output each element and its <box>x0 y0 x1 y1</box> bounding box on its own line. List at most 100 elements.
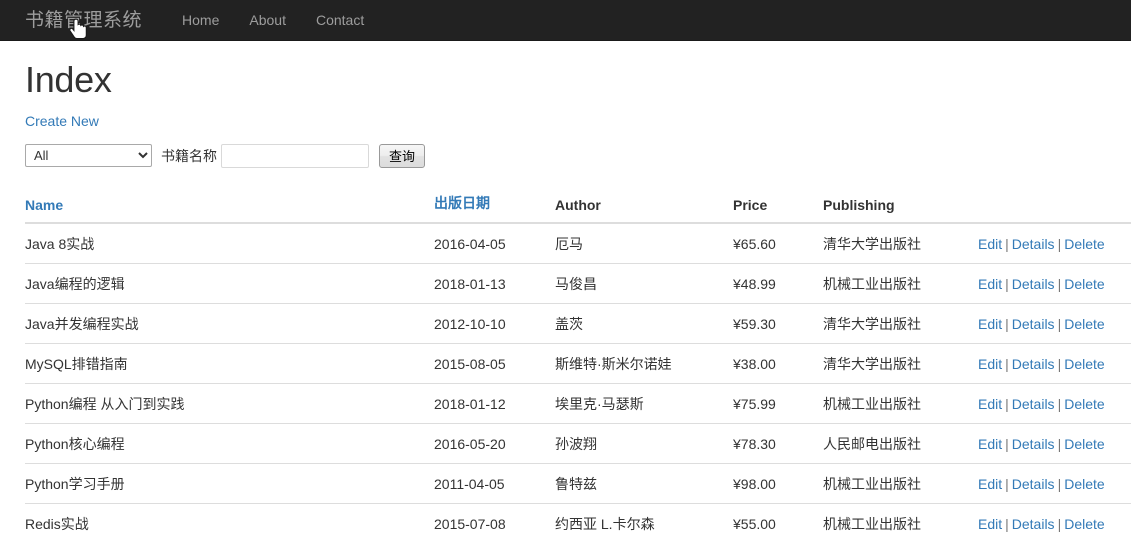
edit-link[interactable]: Edit <box>978 476 1002 492</box>
nav-link-home[interactable]: Home <box>167 0 234 41</box>
cell-name: MySQL排错指南 <box>25 342 434 384</box>
sort-link-name[interactable]: Name <box>25 197 63 213</box>
cell-date: 2016-04-05 <box>434 235 506 252</box>
edit-link[interactable]: Edit <box>978 396 1002 412</box>
delete-link[interactable]: Delete <box>1064 436 1104 452</box>
edit-link[interactable]: Edit <box>978 436 1002 452</box>
books-table-head: Name 出版日期 Author Price Publishing <box>25 184 1131 224</box>
details-link[interactable]: Details <box>1012 356 1055 372</box>
details-link[interactable]: Details <box>1012 516 1055 532</box>
table-row: Python编程 从入门到实践 2018-01-12 埃里克·马瑟斯 ¥75.99 机械… <box>25 382 1131 424</box>
cell-date: 2016-05-20 <box>434 422 555 464</box>
edit-link[interactable]: Edit <box>978 356 1002 372</box>
cell-author: 盖茨 <box>555 302 733 344</box>
action-separator: | <box>1057 395 1062 412</box>
delete-link[interactable]: Delete <box>1064 396 1104 412</box>
cell-price: ¥78.30 <box>733 422 823 464</box>
action-separator: | <box>1005 235 1009 252</box>
action-separator: | <box>1005 315 1009 332</box>
filter-category-select[interactable]: All <box>25 144 152 168</box>
details-link[interactable]: Details <box>1012 236 1055 252</box>
cell-name: Java并发编程实战 <box>25 302 434 344</box>
cell-author: 厄马 <box>555 235 583 252</box>
delete-link[interactable]: Delete <box>1064 356 1104 372</box>
table-header-row: Name 出版日期 Author Price Publishing <box>25 184 1131 224</box>
table-row: Java并发编程实战 2012-10-10 盖茨 ¥59.30 清华大学出版社 Edit |… <box>25 302 1131 344</box>
action-separator: | <box>1005 475 1009 492</box>
cell-price: ¥48.99 <box>733 262 823 304</box>
table-row: Java 8实战 2016-04-05 厄马 ¥65.60 清华大学出版社 Edit | De… <box>25 223 1131 264</box>
action-separator: | <box>1005 395 1009 412</box>
filter-name-input[interactable] <box>221 143 369 168</box>
table-row: Redis实战 2015-07-08 约西亚 L.卡尔森 ¥55.00 机械工业出版社 E… <box>25 502 1131 543</box>
sort-link-date[interactable]: 出版日期 <box>434 195 490 211</box>
filter-name-label: 书籍名称 <box>161 147 217 164</box>
cell-name: Java 8实战 <box>25 235 95 252</box>
edit-link[interactable]: Edit <box>978 276 1002 292</box>
cell-actions: Edit | Details | Delete <box>978 223 1131 264</box>
cell-publisher: 人民邮电出版社 <box>823 422 978 464</box>
column-header-price: Price <box>733 184 823 224</box>
cell-actions: Edit | Details | Delete <box>978 462 1131 504</box>
cell-name: Java编程的逻辑 <box>25 262 434 304</box>
cell-author: 孙波翔 <box>555 422 733 464</box>
edit-link[interactable]: Edit <box>978 316 1002 332</box>
top-navbar: 书籍管理系统 Home About Contact <box>0 0 1131 41</box>
nav-link-contact[interactable]: Contact <box>301 0 379 41</box>
cell-date: 2015-08-05 <box>434 342 555 384</box>
cell-price: ¥75.99 <box>733 382 823 424</box>
action-separator: | <box>1057 355 1062 372</box>
edit-link[interactable]: Edit <box>978 516 1002 532</box>
page-title: Index <box>25 59 112 100</box>
details-link[interactable]: Details <box>1012 436 1055 452</box>
cell-date: 2018-01-12 <box>434 382 555 424</box>
delete-link[interactable]: Delete <box>1064 476 1104 492</box>
action-separator: | <box>1005 435 1009 452</box>
cell-price: ¥59.30 <box>733 302 823 344</box>
action-separator: | <box>1057 235 1062 252</box>
cell-date: 2018-01-13 <box>434 262 555 304</box>
cell-author: 马俊昌 <box>555 262 733 304</box>
cell-actions: Edit | Details | Delete <box>978 262 1131 304</box>
books-table: Name 出版日期 Author Price Publishing Java 8… <box>25 184 1131 543</box>
table-row: Python学习手册 2011-04-05 鲁特兹 ¥98.00 机械工业出版社 Edit… <box>25 462 1131 504</box>
action-separator: | <box>1057 315 1062 332</box>
action-separator: | <box>1005 515 1009 532</box>
delete-link[interactable]: Delete <box>1064 316 1104 332</box>
create-new-link[interactable]: Create New <box>25 113 99 129</box>
cell-author: 鲁特兹 <box>555 462 733 504</box>
cell-price: ¥98.00 <box>733 462 823 504</box>
cell-name: Redis实战 <box>25 502 434 543</box>
action-separator: | <box>1057 515 1062 532</box>
cell-publisher: 机械工业出版社 <box>823 382 978 424</box>
cell-publisher: 清华大学出版社 <box>823 342 978 384</box>
navbar-links: Home About Contact <box>167 0 379 41</box>
cell-name: Python学习手册 <box>25 462 434 504</box>
details-link[interactable]: Details <box>1012 396 1055 412</box>
cell-actions: Edit | Details | Delete <box>978 502 1131 543</box>
cell-publisher: 机械工业出版社 <box>823 502 978 543</box>
cell-date: 2012-10-10 <box>434 302 555 344</box>
nav-link-about[interactable]: About <box>234 0 301 41</box>
edit-link[interactable]: Edit <box>978 236 1002 252</box>
details-link[interactable]: Details <box>1012 276 1055 292</box>
action-separator: | <box>1057 275 1062 292</box>
column-header-publishing: Publishing <box>823 184 978 224</box>
delete-link[interactable]: Delete <box>1064 276 1104 292</box>
details-link[interactable]: Details <box>1012 476 1055 492</box>
details-link[interactable]: Details <box>1012 316 1055 332</box>
action-separator: | <box>1005 275 1009 292</box>
column-header-author: Author <box>555 184 733 224</box>
filter-toolbar: All 书籍名称 查询 <box>25 143 1131 169</box>
cell-name: Python编程 从入门到实践 <box>25 382 434 424</box>
search-button[interactable]: 查询 <box>379 143 426 168</box>
cell-price: ¥38.00 <box>733 342 823 384</box>
column-header-date: 出版日期 <box>434 184 555 224</box>
cell-author: 约西亚 L.卡尔森 <box>555 502 733 543</box>
navbar-brand[interactable]: 书籍管理系统 <box>16 0 157 41</box>
cell-name: Python核心编程 <box>25 422 434 464</box>
delete-link[interactable]: Delete <box>1064 516 1104 532</box>
page-container: Index Create New All 书籍名称 查询 Name 出版日期 A… <box>0 60 1131 543</box>
cell-publisher: 机械工业出版社 <box>823 262 978 304</box>
delete-link[interactable]: Delete <box>1064 236 1104 252</box>
